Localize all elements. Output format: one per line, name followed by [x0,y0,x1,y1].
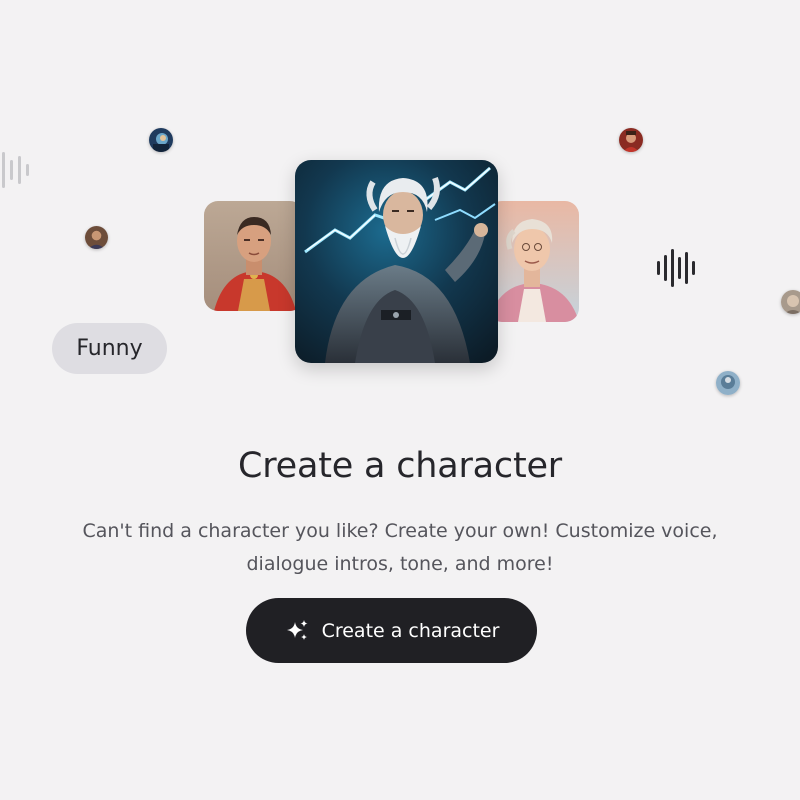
sparkles-icon [284,618,310,644]
wizard-lightning-card[interactable] [295,160,498,363]
character-avatar [781,290,800,314]
roman-general-card[interactable] [204,201,304,311]
tag-pill-funny[interactable]: Funny [52,323,167,374]
create-character-button-label: Create a character [321,619,500,642]
create-character-panel: Funny Create a character Can't find a ch… [0,0,800,800]
sound-wave-icon [656,249,700,287]
create-character-button[interactable]: Create a character [246,598,537,663]
empty-state-title: Create a character [238,446,562,486]
character-avatar [149,128,173,152]
description-line-2: dialogue intros, tone, and more! [246,553,554,575]
sound-wave-icon [0,150,36,190]
character-avatar [85,226,108,249]
description-line-1: Can't find a character you like? Create … [82,520,718,542]
empty-state-description: Can't find a character you like? Create … [30,515,770,581]
elderly-aristocrat-card[interactable] [488,201,579,322]
character-avatar [716,371,740,395]
character-avatar [619,128,643,152]
